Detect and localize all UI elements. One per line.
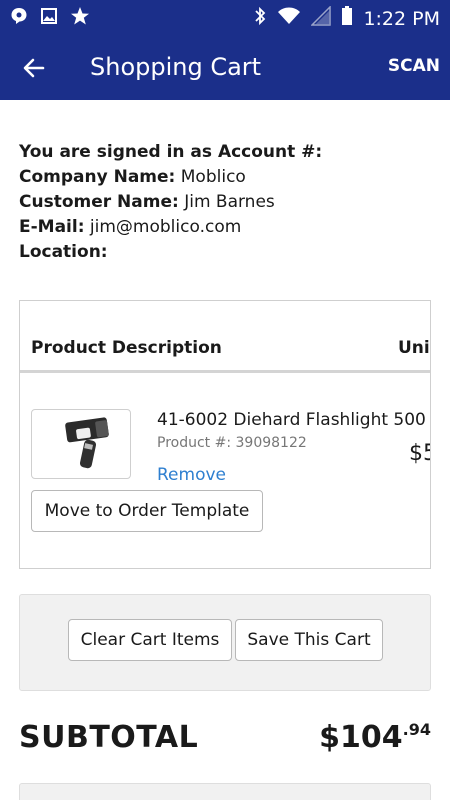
bluetooth-icon (253, 6, 267, 31)
column-header-description: Product Description (31, 338, 222, 358)
location-row: Location: (19, 240, 322, 265)
subtotal-label: SUBTOTAL (19, 720, 199, 755)
page-title: Shopping Cart (90, 53, 262, 81)
customer-value: Jim Barnes (184, 192, 275, 212)
column-header-unit: Unit (398, 338, 430, 358)
wifi-icon (277, 6, 301, 31)
status-right-icons: 1:22 PM (253, 5, 440, 31)
cart-actions-panel: Clear Cart Items Save This Cart (19, 594, 431, 691)
back-arrow-icon (23, 58, 45, 78)
clear-cart-button[interactable]: Clear Cart Items (68, 619, 232, 661)
status-bar: 1:22 PM (0, 0, 450, 34)
customer-row: Customer Name: Jim Barnes (19, 190, 322, 215)
star-icon (70, 6, 90, 31)
notification-bubble-icon (10, 7, 28, 30)
battery-icon (341, 6, 353, 31)
cart-table[interactable]: Product Description Unit 41-6002 Diehard… (19, 300, 431, 569)
back-button[interactable] (18, 52, 50, 84)
bottom-panel (19, 783, 431, 800)
scan-button[interactable]: SCAN (388, 56, 440, 76)
product-price: $5 (409, 441, 430, 466)
company-row: Company Name: Moblico (19, 165, 322, 190)
email-row: E-Mail: jim@moblico.com (19, 215, 322, 240)
remove-link[interactable]: Remove (157, 465, 226, 485)
subtotal-value: $104.94 (319, 720, 431, 755)
app-bar: Shopping Cart SCAN (0, 34, 450, 100)
product-number: Product #: 39098122 (157, 435, 307, 451)
company-label: Company Name: (19, 167, 176, 187)
table-header: Product Description Unit (20, 301, 430, 373)
location-label: Location: (19, 242, 108, 262)
account-number-row: You are signed in as Account #: (19, 140, 322, 165)
product-thumbnail[interactable] (31, 409, 131, 479)
email-label: E-Mail: (19, 217, 85, 237)
product-name[interactable]: 41-6002 Diehard Flashlight 500 Lu (157, 410, 430, 430)
subtotal-cents: .94 (402, 720, 431, 739)
account-number-label: You are signed in as Account #: (19, 142, 323, 162)
company-value: Moblico (180, 167, 246, 187)
signal-icon (310, 5, 332, 31)
image-icon (40, 7, 58, 30)
customer-label: Customer Name: (19, 192, 179, 212)
flashlight-icon (65, 417, 109, 469)
status-left-icons (10, 6, 90, 31)
account-info: You are signed in as Account #: Company … (19, 140, 322, 265)
save-cart-button[interactable]: Save This Cart (235, 619, 383, 661)
subtotal-dollars: $104 (319, 720, 403, 755)
email-value: jim@moblico.com (89, 217, 242, 237)
move-to-order-template-button[interactable]: Move to Order Template (31, 490, 263, 532)
status-time: 1:22 PM (363, 7, 440, 30)
